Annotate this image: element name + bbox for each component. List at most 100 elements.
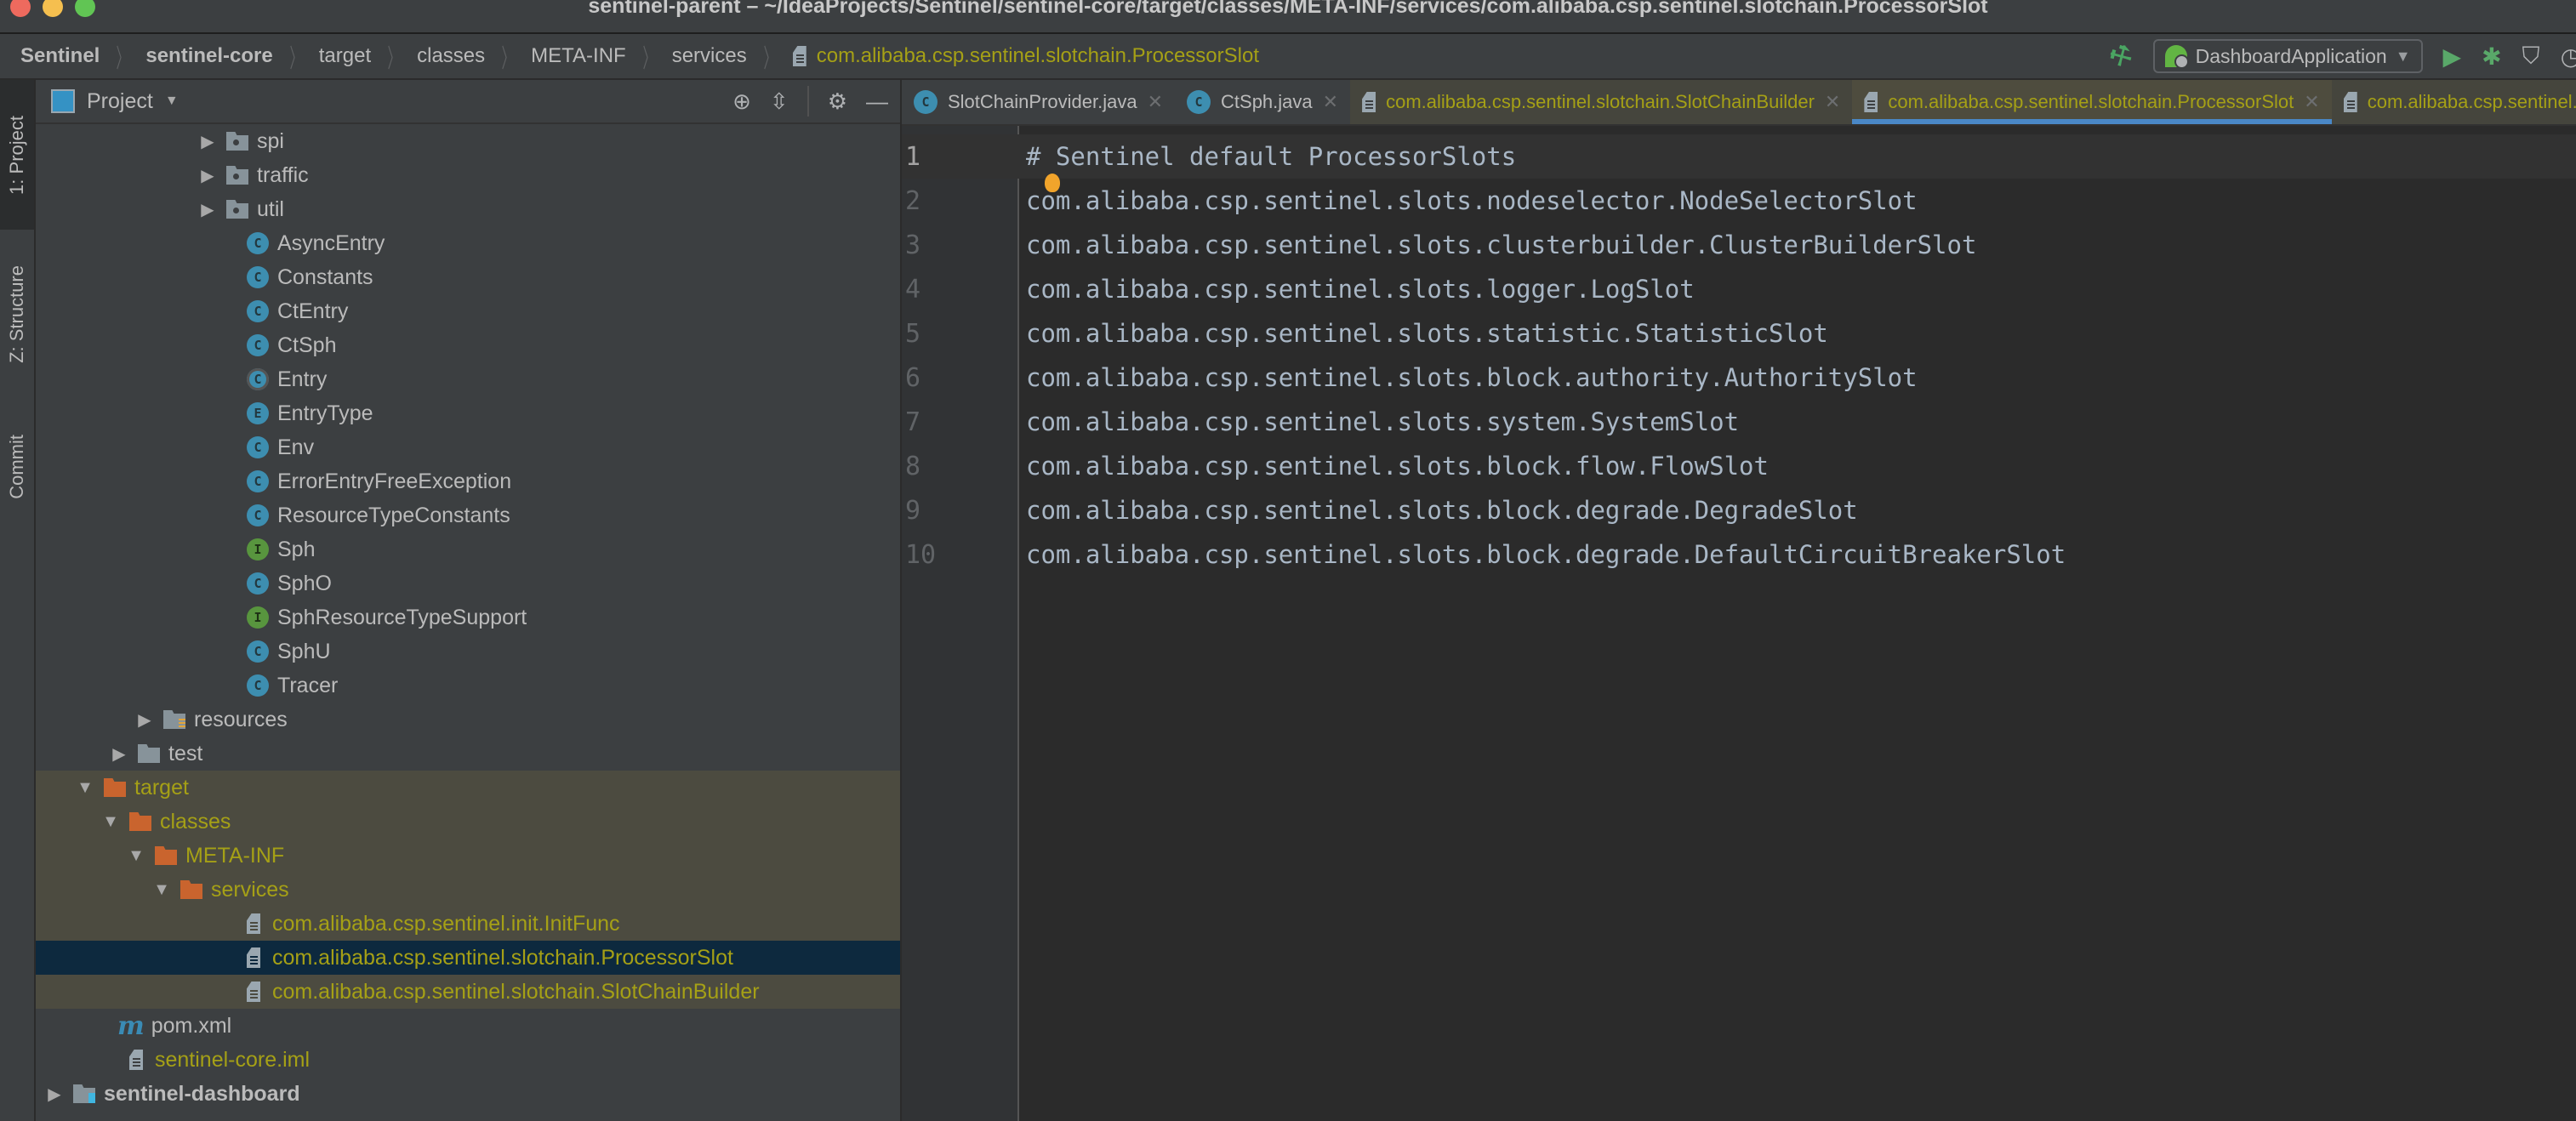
tree-item[interactable]: ▶ traffic: [36, 158, 900, 192]
tree-item-label: SphO: [277, 571, 332, 595]
line-number: 5: [905, 318, 921, 349]
tree-item-label: ErrorEntryFreeException: [277, 469, 512, 493]
tree-item[interactable]: ▶ resources: [36, 703, 900, 737]
tree-item[interactable]: ▶ test: [36, 737, 900, 771]
project-panel: Project ▼ ⊕ ⇳ ⚙ — ▶ spi ▶ traffic ▶ util C Asyn…: [36, 80, 902, 1121]
editor-tab[interactable]: com.alibaba.csp.sentinel.init.InitFunc: [2331, 80, 2576, 124]
code-editor[interactable]: 1 # Sentinel default ProcessorSlots 2 com.a…: [902, 126, 2576, 1121]
tree-item[interactable]: ▶ util: [36, 192, 900, 226]
code-text: com.alibaba.csp.sentinel.slots.logger.Lo…: [1026, 275, 1695, 304]
title-bar: sentinel-parent – ~/IdeaProjects/Sentine…: [0, 0, 2576, 34]
close-tab-icon[interactable]: ✕: [1825, 91, 1840, 113]
code-text: com.alibaba.csp.sentinel.slots.statistic…: [1026, 319, 1828, 348]
tree-item-label: AsyncEntry: [277, 230, 385, 255]
tree-item[interactable]: I SphResourceTypeSupport: [36, 600, 900, 634]
collapse-arrow-icon[interactable]: ▶: [134, 709, 155, 731]
tree-item[interactable]: sentinel-core.iml: [36, 1043, 900, 1077]
package-icon: [226, 166, 248, 185]
tree-item[interactable]: C CtSph: [36, 328, 900, 362]
breadcrumb-file[interactable]: com.alibaba.csp.sentinel.slotchain.Proce…: [817, 44, 1259, 68]
chevron-down-icon: ▼: [2395, 47, 2411, 65]
collapse-arrow-icon[interactable]: ▶: [197, 131, 218, 152]
commit-tool-button[interactable]: Commit: [0, 412, 34, 522]
project-tool-button[interactable]: 1: Project: [0, 80, 34, 230]
close-tab-icon[interactable]: ✕: [1323, 91, 1338, 113]
tree-item-label: META-INF: [185, 843, 285, 868]
play-icon[interactable]: ▶: [2443, 43, 2462, 71]
close-tab-icon[interactable]: ✕: [1148, 91, 1163, 113]
tree-item[interactable]: C ErrorEntryFreeException: [36, 464, 900, 498]
code-line: 7 com.alibaba.csp.sentinel.slots.system.S…: [902, 400, 2576, 444]
tree-item[interactable]: com.alibaba.csp.sentinel.slotchain.SlotC…: [36, 975, 900, 1009]
editor-tab[interactable]: com.alibaba.csp.sentinel.slotchain.Proce…: [1852, 80, 2333, 124]
tree-item[interactable]: com.alibaba.csp.sentinel.init.InitFunc: [36, 907, 900, 941]
tree-item[interactable]: ▼ META-INF: [36, 839, 900, 873]
collapse-arrow-icon[interactable]: ▶: [197, 165, 218, 186]
expand-arrow-icon[interactable]: ▼: [151, 880, 172, 900]
close-window-button[interactable]: [10, 0, 31, 17]
tree-item[interactable]: C ResourceTypeConstants: [36, 498, 900, 532]
clock-run-icon[interactable]: ◷: [2561, 43, 2576, 71]
breadcrumb-item[interactable]: META-INF: [531, 44, 626, 68]
locate-icon[interactable]: ⊕: [732, 88, 751, 115]
chevron-down-icon[interactable]: ▼: [165, 94, 179, 109]
collapse-arrow-icon[interactable]: ▶: [44, 1084, 65, 1105]
editor-tab[interactable]: com.alibaba.csp.sentinel.slotchain.SlotC…: [1350, 80, 1853, 124]
tree-item[interactable]: C Env: [36, 430, 900, 464]
expand-arrow-icon[interactable]: ▼: [75, 778, 95, 798]
minimize-window-button[interactable]: [43, 0, 63, 17]
collapse-arrow-icon[interactable]: ▶: [197, 199, 218, 220]
tree-item[interactable]: C Tracer: [36, 669, 900, 703]
hide-panel-icon[interactable]: —: [866, 88, 888, 115]
shield-run-icon[interactable]: ⛉: [2522, 43, 2540, 71]
expand-arrow-icon[interactable]: ▼: [126, 846, 146, 866]
tree-item[interactable]: com.alibaba.csp.sentinel.slotchain.Proce…: [36, 941, 900, 975]
tree-item-label: Tracer: [277, 673, 339, 697]
tree-item[interactable]: C SphU: [36, 634, 900, 669]
editor-tab[interactable]: C CtSph.java ✕: [1175, 80, 1350, 124]
tree-item[interactable]: m pom.xml: [36, 1009, 900, 1043]
tab-label: com.alibaba.csp.sentinel.init.InitFunc: [2367, 91, 2576, 112]
tree-item[interactable]: ▼ classes: [36, 805, 900, 839]
lightbulb-icon[interactable]: [1045, 174, 1060, 192]
tool-window-stripe: 1: Project Z: Structure Commit: [0, 80, 36, 1121]
tree-item[interactable]: ▶ sentinel-dashboard: [36, 1077, 900, 1111]
bug-icon[interactable]: ✱: [2482, 43, 2501, 71]
tree-item[interactable]: C AsyncEntry: [36, 226, 900, 260]
run-configuration-select[interactable]: DashboardApplication ▼: [2152, 39, 2423, 73]
expand-arrow-icon[interactable]: ▼: [100, 812, 121, 832]
line-number: 2: [905, 185, 921, 216]
line-number: 7: [905, 407, 921, 437]
class-icon: C: [247, 232, 269, 254]
line-number: 9: [905, 495, 921, 526]
tree-item[interactable]: C Constants: [36, 260, 900, 294]
tree-item[interactable]: C Entry: [36, 362, 900, 396]
breadcrumb-item[interactable]: sentinel-core: [145, 44, 272, 68]
breadcrumb-item[interactable]: target: [319, 44, 371, 68]
code-line: 9 com.alibaba.csp.sentinel.slots.block.de…: [902, 488, 2576, 532]
tree-item[interactable]: ▶ spi: [36, 124, 900, 158]
tree-item-label: sentinel-dashboard: [104, 1081, 300, 1106]
code-text: # Sentinel default ProcessorSlots: [1026, 142, 1517, 171]
tree-item[interactable]: I Sph: [36, 532, 900, 566]
breadcrumb-item[interactable]: classes: [417, 44, 485, 68]
editor-tab[interactable]: C SlotChainProvider.java ✕: [902, 80, 1175, 124]
structure-tool-button[interactable]: Z: Structure: [0, 242, 34, 386]
collapse-arrow-icon[interactable]: ▶: [109, 743, 129, 765]
breadcrumb-item[interactable]: Sentinel: [20, 44, 100, 68]
close-tab-icon[interactable]: ✕: [2304, 91, 2319, 113]
hammer-icon[interactable]: ⚒: [2104, 37, 2139, 75]
tree-item[interactable]: ▼ services: [36, 873, 900, 907]
project-view-select[interactable]: Project: [87, 89, 153, 114]
tree-item[interactable]: E EntryType: [36, 396, 900, 430]
class-icon: C: [247, 572, 269, 595]
breadcrumb-item[interactable]: services: [672, 44, 747, 68]
tree-item-label: SphU: [277, 639, 331, 663]
tree-item[interactable]: C CtEntry: [36, 294, 900, 328]
tree-item[interactable]: ▼ target: [36, 771, 900, 805]
tab-label: CtSph.java: [1221, 91, 1313, 112]
tree-item[interactable]: C SphO: [36, 566, 900, 600]
gear-icon[interactable]: ⚙: [828, 88, 847, 115]
collapse-all-icon[interactable]: ⇳: [770, 88, 789, 115]
maximize-window-button[interactable]: [75, 0, 95, 17]
